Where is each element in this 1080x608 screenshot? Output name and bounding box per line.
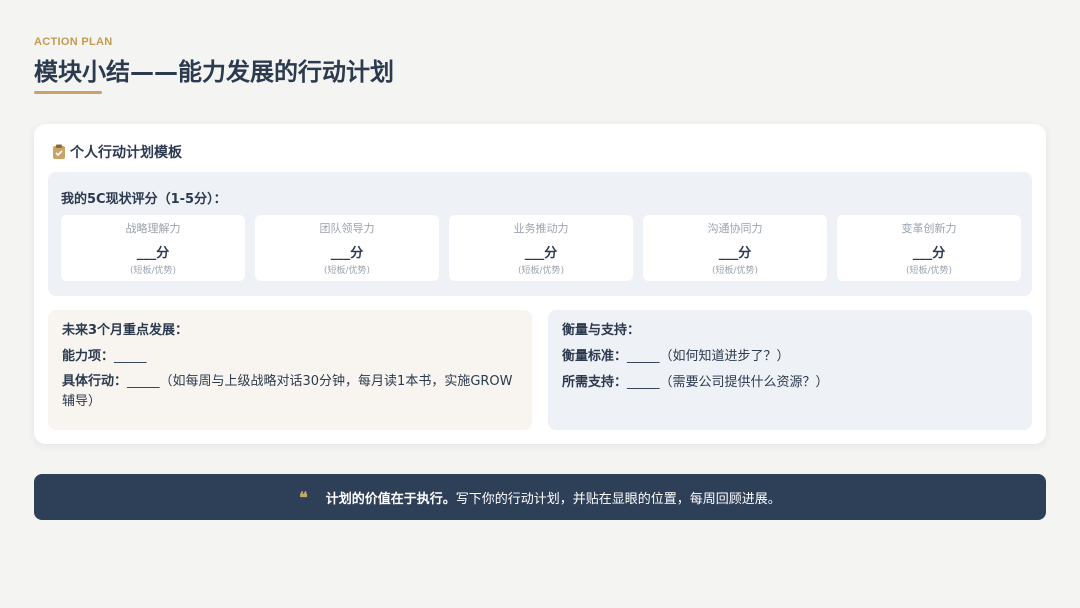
score-name: 沟通协同力 [707, 222, 763, 235]
score-value: ___分 [524, 246, 558, 261]
score-value: ___分 [718, 246, 752, 261]
need-label: 所需支持： [562, 375, 628, 390]
score-row: 战略理解力 ___分 (短板/优势) 团队领导力 ___分 (短板/优势) 业务… [61, 215, 1021, 281]
measure-line: 衡量标准：_____（如何知道进步了？） [562, 350, 1018, 363]
score-hint: (短板/优势) [711, 266, 759, 276]
score-value: ___分 [330, 246, 364, 261]
support-need-line: 所需支持：_____（需要公司提供什么资源？） [562, 376, 1018, 389]
action-plan-card: 个人行动计划模板 我的5C现状评分（1-5分）： 战略理解力 ___分 (短板/… [34, 124, 1046, 444]
score-card-execution: 业务推动力 ___分 (短板/优势) [449, 215, 633, 281]
development-heading: 未来3个月重点发展： [62, 323, 189, 338]
score-value: ___分 [136, 246, 170, 261]
need-value: _____（需要公司提供什么资源？） [627, 375, 829, 390]
ability-value: _____ [114, 349, 147, 364]
support-heading: 衡量与支持： [562, 323, 641, 338]
action-value: _____（如每周与上级战略对话30分钟，每月读1本书，实施GROW辅导） [62, 374, 513, 409]
score-value: ___分 [912, 246, 946, 261]
action-label: 具体行动： [62, 374, 128, 389]
development-panel: 未来3个月重点发展： 能力项：_____ 具体行动：_____（如每周与上级战略… [48, 310, 532, 430]
quote-emphasis: 计划的价值在于执行。 [325, 491, 456, 507]
support-panel: 衡量与支持： 衡量标准：_____（如何知道进步了？） 所需支持：_____（需… [548, 310, 1032, 430]
clipboard-icon [52, 144, 66, 160]
action-line: 具体行动：_____（如每周与上级战略对话30分钟，每月读1本书，实施GROW辅… [62, 372, 518, 412]
eyebrow-label: ACTION PLAN [34, 36, 113, 48]
title-underline [34, 91, 102, 94]
score-name: 团队领导力 [319, 222, 375, 235]
score-hint: (短板/优势) [323, 266, 371, 276]
measure-label: 衡量标准： [562, 349, 628, 364]
score-card-innovation: 变革创新力 ___分 (短板/优势) [837, 215, 1021, 281]
quote-icon: ❝ [299, 487, 308, 507]
score-card-communication: 沟通协同力 ___分 (短板/优势) [643, 215, 827, 281]
score-hint: (短板/优势) [517, 266, 565, 276]
score-name: 业务推动力 [513, 222, 569, 235]
score-name: 战略理解力 [125, 222, 181, 235]
card-title: 个人行动计划模板 [70, 145, 182, 161]
page-title: 模块小结——能力发展的行动计划 [34, 58, 394, 86]
measure-value: _____（如何知道进步了？） [627, 349, 790, 364]
score-panel: 我的5C现状评分（1-5分）： 战略理解力 ___分 (短板/优势) 团队领导力… [48, 172, 1032, 296]
score-hint: (短板/优势) [905, 266, 953, 276]
ability-label: 能力项： [62, 349, 115, 364]
card-header: 个人行动计划模板 [52, 142, 182, 162]
ability-line: 能力项：_____ [62, 350, 518, 363]
score-card-leadership: 团队领导力 ___分 (短板/优势) [255, 215, 439, 281]
quote-text: 写下你的行动计划，并贴在显眼的位置，每周回顾进展。 [455, 491, 781, 507]
score-heading: 我的5C现状评分（1-5分）： [61, 192, 227, 207]
quote-banner: ❝ 计划的价值在于执行。 写下你的行动计划，并贴在显眼的位置，每周回顾进展。 [34, 474, 1046, 520]
score-hint: (短板/优势) [129, 266, 177, 276]
score-name: 变革创新力 [901, 222, 957, 235]
score-card-strategy: 战略理解力 ___分 (短板/优势) [61, 215, 245, 281]
